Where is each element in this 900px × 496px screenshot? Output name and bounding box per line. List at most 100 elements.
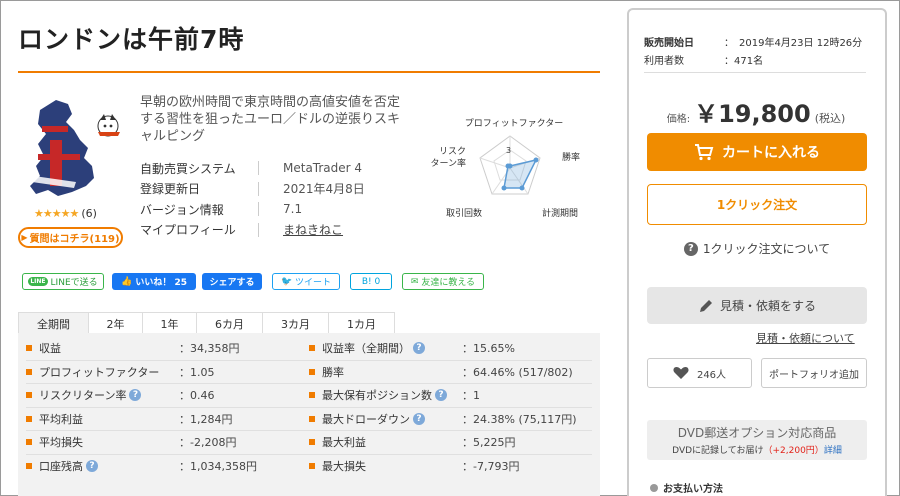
- spec-label: 登録更新日: [140, 182, 201, 197]
- radar-point: [533, 157, 539, 163]
- stat-label: 最大保有ポジション数?: [322, 387, 462, 403]
- quote-about-link[interactable]: 見積・依頼について: [756, 330, 855, 346]
- stat-value: ：1,034,358円: [179, 460, 257, 474]
- stats-panel: 収益 ：34,358円 プロフィットファクター ：1.05 リスクリターン率? ：0.…: [18, 333, 600, 496]
- stat-value: ：1.05: [179, 365, 215, 379]
- heart-icon: [673, 367, 689, 379]
- sale-start-value: ： 2019年4月23日 12時26分: [724, 37, 863, 49]
- favorite-button[interactable]: 246人: [647, 358, 752, 388]
- line-share-label: LINEで送る: [50, 278, 98, 288]
- stat-value: ：1,284円: [179, 412, 233, 426]
- sale-meta: 販売開始日 ： 2019年4月23日 12時26分 利用者数 ：471名: [644, 32, 874, 68]
- help-icon[interactable]: ?: [413, 412, 425, 425]
- tweet-button[interactable]: 🐦 ツイート: [272, 273, 340, 290]
- spec-list: 自動売買システム MetaTrader 4 登録更新日 2021年4月8日 バー…: [140, 158, 410, 240]
- stat-value: ：5,225円: [462, 436, 516, 450]
- bullet-square-icon: [309, 415, 315, 422]
- stat-label-text: 勝率: [322, 365, 344, 379]
- radar-scale-label: 3: [506, 146, 511, 155]
- bullet-square-icon: [26, 415, 32, 422]
- add-portfolio-button[interactable]: ポートフォリオ追加: [761, 358, 867, 388]
- help-icon[interactable]: ?: [129, 389, 142, 402]
- stats-grid: 収益 ：34,358円 プロフィットファクター ：1.05 リスクリターン率? ：0.…: [26, 337, 592, 478]
- hatena-bookmark-button[interactable]: B! 0: [350, 273, 392, 290]
- stat-value: ：-2,208円: [179, 436, 237, 450]
- stat-label: 平均利益: [39, 411, 179, 427]
- stat-label: 最大ドローダウン?: [322, 411, 462, 427]
- help-icon[interactable]: ?: [413, 342, 425, 355]
- tab-6-months[interactable]: 6カ月: [196, 312, 263, 334]
- svg-text:UK: UK: [68, 119, 83, 129]
- spec-label: バージョン情報: [140, 202, 224, 217]
- spec-label: 自動売買システム: [140, 161, 236, 176]
- dvd-subtitle: DVDに記録してお届け（+2,200円）詳細: [647, 443, 867, 456]
- tab-all-period[interactable]: 全期間: [18, 312, 89, 334]
- payment-methods-heading: お支払い方法: [650, 480, 723, 495]
- tab-1-year[interactable]: 1年: [142, 312, 197, 334]
- stat-label: 収益: [39, 340, 179, 356]
- stats-column-right: 収益率（全期間）? ：15.65% 勝率 ：64.46% (517/802) 最大保…: [309, 337, 592, 478]
- qa-button[interactable]: ▶ 質問はコチラ(119): [18, 227, 123, 248]
- stat-label-text: リスクリターン率: [39, 389, 127, 403]
- price-tax: (税込): [814, 112, 846, 125]
- product-description: 早朝の欧州時間で東京時間の高値安値を否定する習性を狙ったユーロ／ドルの逆張りスキ…: [140, 95, 401, 144]
- spec-value: MetaTrader 4: [283, 161, 363, 176]
- one-click-about-link[interactable]: ? 1クリック注文について: [647, 240, 867, 257]
- stat-label: 収益率（全期間）?: [322, 340, 462, 356]
- bullet-square-icon: [26, 463, 32, 470]
- stat-label-text: プロフィットファクター: [39, 365, 160, 379]
- stat-label-text: 収益率（全期間）: [322, 342, 410, 356]
- facebook-like-button[interactable]: 👍 いいね！ 25: [112, 273, 196, 290]
- spec-separator: [258, 222, 259, 237]
- thumbs-up-icon: 👍: [120, 276, 136, 287]
- stat-row: 最大損失 ：-7,793円: [309, 455, 592, 479]
- dvd-detail-link[interactable]: 詳細: [824, 446, 842, 456]
- facebook-share-button[interactable]: シェアする: [202, 273, 262, 290]
- quote-request-label: 見積・依頼をする: [719, 299, 816, 313]
- radar-chart: プロフィットファクター リスク ターン率 勝率 取引回数 計測期間 3: [430, 118, 580, 219]
- tab-3-months[interactable]: 3カ月: [262, 312, 329, 334]
- spec-label: マイプロフィール: [140, 223, 236, 238]
- radar-label-right: 勝率: [562, 151, 580, 163]
- stat-label: 平均損失: [39, 434, 179, 450]
- bullet-square-icon: [26, 345, 32, 352]
- spec-value: 2021年4月8日: [283, 182, 365, 197]
- product-thumbnail[interactable]: UK: [28, 96, 124, 200]
- tell-friend-button[interactable]: ✉ 友達に教える: [402, 273, 484, 290]
- help-icon[interactable]: ?: [86, 460, 98, 473]
- add-to-cart-button[interactable]: カートに入れる: [647, 133, 867, 171]
- stat-label: 口座残高?: [39, 458, 179, 474]
- spec-separator: [258, 202, 259, 217]
- stat-row: 最大利益 ：5,225円: [309, 431, 592, 455]
- line-icon: LINE: [28, 277, 48, 286]
- tab-2-years[interactable]: 2年: [88, 312, 143, 334]
- quote-request-button[interactable]: 見積・依頼をする: [647, 287, 867, 324]
- stat-value: ：0.46: [179, 389, 215, 403]
- tab-1-month[interactable]: 1カ月: [328, 312, 395, 334]
- stat-label-text: 最大ドローダウン: [322, 412, 410, 426]
- spec-row: 登録更新日 2021年4月8日: [140, 179, 410, 200]
- stat-label-text: 平均利益: [39, 412, 83, 426]
- stat-label-text: 口座残高: [39, 460, 83, 474]
- spec-row: バージョン情報 7.1: [140, 199, 410, 220]
- help-icon[interactable]: ?: [435, 389, 447, 402]
- period-tabs: 全期間 2年 1年 6カ月 3カ月 1カ月: [18, 312, 395, 334]
- users-label: 利用者数: [644, 55, 684, 67]
- stat-label-text: 収益: [39, 342, 61, 356]
- radar-label-left-1: リスク: [439, 146, 466, 157]
- stat-row: 口座残高? ：1,034,358円: [26, 455, 309, 479]
- rating-count: (6): [81, 207, 97, 220]
- stat-label: プロフィットファクター: [39, 364, 179, 380]
- spec-separator: [258, 161, 259, 176]
- radar-label-top: プロフィットファクター: [465, 118, 563, 129]
- favorite-count: 246人: [696, 369, 727, 381]
- line-share-button[interactable]: LINE LINEで送る: [22, 273, 104, 290]
- bullet-dot-icon: [650, 483, 658, 492]
- one-click-order-button[interactable]: 1クリック注文: [647, 184, 867, 225]
- profile-link[interactable]: まねきねこ: [283, 221, 343, 238]
- cart-icon: [695, 144, 714, 161]
- sale-start-label: 販売開始日: [644, 37, 694, 49]
- radar-label-bottom-right: 計測期間: [542, 207, 578, 219]
- arrow-right-icon: ▶: [21, 233, 28, 242]
- price-block: 価格: ￥19,800 (税込): [646, 94, 866, 129]
